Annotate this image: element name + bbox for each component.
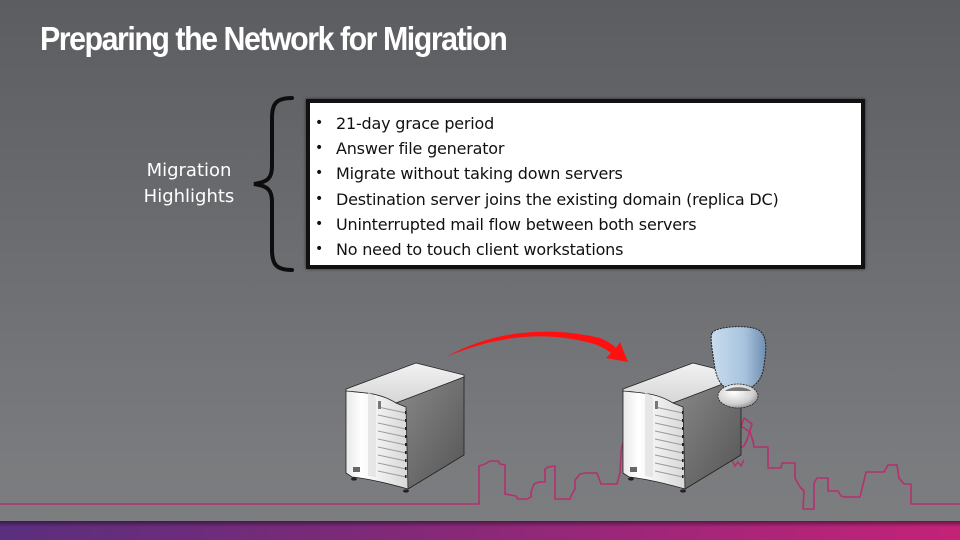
domain-controller-icon (710, 326, 767, 409)
curved-arrow-icon (446, 331, 628, 362)
source-server-icon (345, 362, 465, 494)
migration-illustration (0, 326, 960, 510)
skyline-outline (0, 397, 960, 510)
skyline-detail (731, 459, 745, 468)
bottom-accent-band (0, 521, 960, 540)
